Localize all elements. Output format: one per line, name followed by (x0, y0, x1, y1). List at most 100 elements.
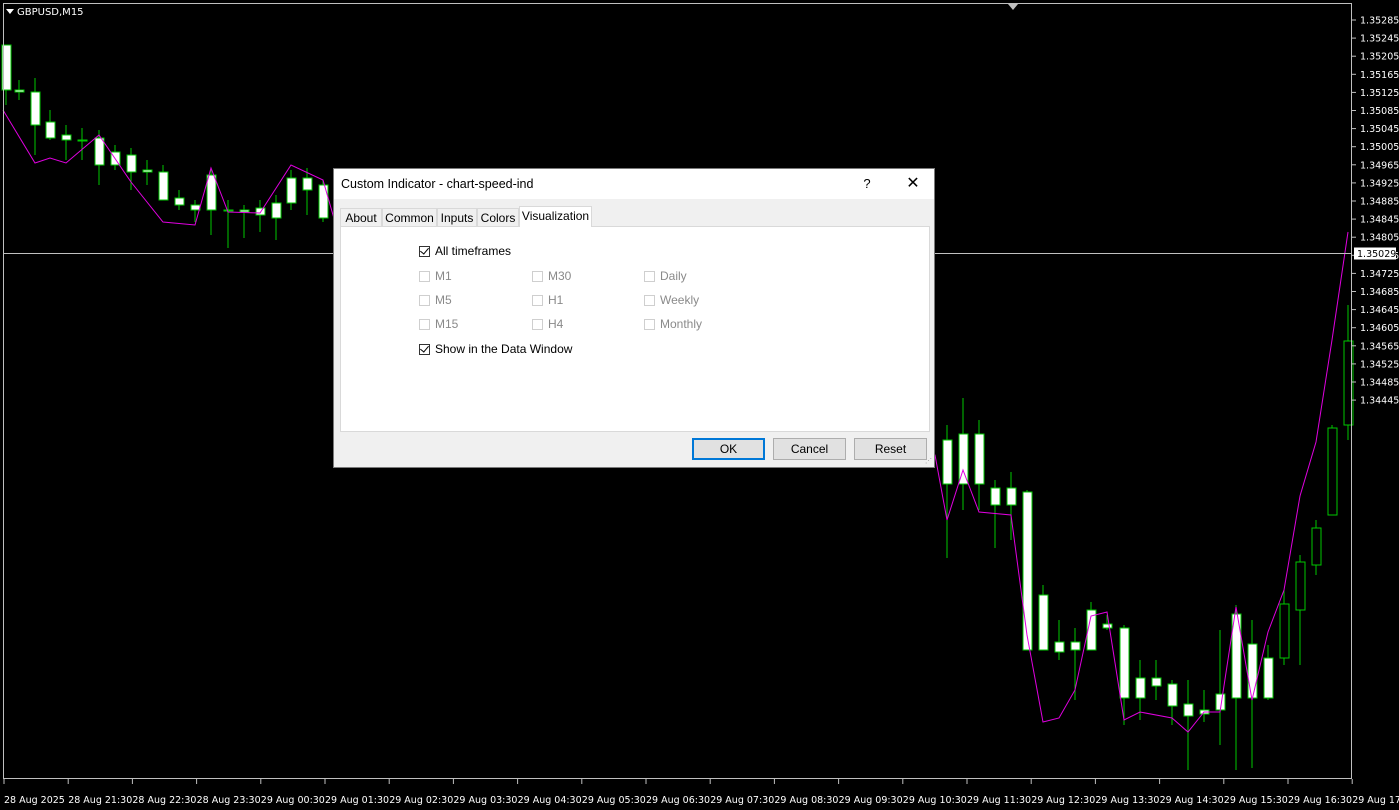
timeframe-h1-checkbox[interactable]: H1 (532, 293, 563, 307)
checkbox-box[interactable] (644, 294, 655, 306)
time-label: 29 Aug 13:30 (1095, 795, 1159, 806)
candle-body (1167, 683, 1178, 707)
price-label: 1.34445 (1360, 396, 1399, 407)
all-timeframes-checkbox[interactable]: All timeframes (419, 244, 511, 258)
price-label: 1.35285 (1360, 16, 1399, 27)
timeframe-label: Monthly (660, 317, 703, 331)
time-label: 29 Aug 06:30 (646, 795, 710, 806)
time-label: 29 Aug 14:30 (1160, 795, 1224, 806)
candle-body (94, 137, 105, 166)
candle-body (30, 91, 41, 126)
tab-colors[interactable]: Colors (477, 208, 519, 226)
price-label: 1.35245 (1360, 34, 1399, 45)
candle-body (1119, 627, 1130, 699)
time-label: 29 Aug 16:30 (1288, 795, 1352, 806)
time-label: 29 Aug 12:30 (1031, 795, 1095, 806)
candle-body (142, 169, 153, 173)
candle-body (958, 433, 969, 485)
custom-indicator-dialog: Custom Indicator - chart-speed-ind ? ✕ A… (333, 168, 935, 468)
price-label: 1.34725 (1360, 269, 1399, 280)
tab-inputs[interactable]: Inputs (437, 208, 477, 226)
candle-body (158, 171, 169, 201)
candle-body (318, 184, 329, 219)
timeframe-weekly-checkbox[interactable]: Weekly (644, 293, 699, 307)
checkbox-box[interactable] (419, 294, 430, 306)
timeframe-m5-checkbox[interactable]: M5 (419, 293, 452, 307)
checkbox-box[interactable] (419, 342, 430, 355)
timeframe-monthly-checkbox[interactable]: Monthly (644, 317, 702, 331)
candle-body (1135, 677, 1146, 699)
candle-body (1054, 641, 1065, 653)
show-data-window-checkbox[interactable]: Show in the Data Window (419, 342, 572, 356)
help-button[interactable]: ? (855, 174, 879, 194)
reset-button[interactable]: Reset (854, 438, 927, 460)
timeframe-m15-checkbox[interactable]: M15 (419, 317, 458, 331)
candle-body (61, 134, 72, 141)
price-label: 1.34805 (1360, 233, 1399, 244)
timeframe-m1-checkbox[interactable]: M1 (419, 269, 452, 283)
checkbox-box[interactable] (419, 270, 430, 282)
current-price-label: 1.35029 (1357, 249, 1396, 260)
checkbox-box[interactable] (532, 270, 543, 282)
candle-body (302, 177, 313, 191)
dialog-titlebar[interactable]: Custom Indicator - chart-speed-ind ? ✕ (334, 169, 934, 199)
timeframe-label: M5 (435, 293, 452, 307)
time-label: 29 Aug 07:30 (710, 795, 774, 806)
price-label: 1.35005 (1360, 142, 1399, 153)
timeframe-label: M15 (435, 317, 459, 331)
price-label: 1.35045 (1360, 124, 1399, 135)
tab-visualization[interactable]: Visualization (519, 206, 592, 227)
show-data-window-label: Show in the Data Window (435, 342, 573, 356)
time-label: 29 Aug 03:30 (453, 795, 517, 806)
time-label: 29 Aug 15:30 (1224, 795, 1288, 806)
candle-body (271, 202, 282, 219)
all-timeframes-label: All timeframes (435, 244, 512, 258)
candle-body (206, 174, 217, 211)
tab-about[interactable]: About (340, 208, 382, 226)
time-label: 29 Aug 04:30 (518, 795, 582, 806)
price-label: 1.34685 (1360, 287, 1399, 298)
checkbox-box[interactable] (644, 318, 655, 330)
candle-body (1151, 677, 1162, 687)
checkbox-box[interactable] (532, 318, 543, 330)
candle-body (239, 209, 250, 213)
candle-body (1022, 491, 1033, 651)
time-label: 29 Aug 11:30 (967, 795, 1031, 806)
close-icon[interactable]: ✕ (901, 174, 925, 194)
candle-body (14, 89, 25, 93)
ok-button[interactable]: OK (692, 438, 765, 460)
time-label: 29 Aug 02:30 (389, 795, 453, 806)
candle-body (1279, 603, 1290, 659)
symbol-label[interactable]: GBPUSD,M15 (6, 7, 84, 18)
time-label: 29 Aug 01:30 (325, 795, 389, 806)
timeframe-label: Daily (660, 269, 687, 283)
time-label: 29 Aug 08:30 (774, 795, 838, 806)
cancel-button[interactable]: Cancel (773, 438, 846, 460)
candle-body (990, 487, 1001, 506)
time-label: 28 Aug 21:30 (68, 795, 132, 806)
price-label: 1.35085 (1360, 106, 1399, 117)
timeframe-label: H4 (548, 317, 564, 331)
candle-body (190, 204, 201, 211)
resize-grip-icon[interactable]: ⋰ (925, 458, 933, 466)
timeframe-label: M30 (548, 269, 572, 283)
checkbox-box[interactable] (532, 294, 543, 306)
tab-common[interactable]: Common (382, 208, 437, 226)
scroll-marker-icon (1008, 4, 1018, 10)
candle-body (126, 154, 137, 173)
candle-body (1311, 527, 1322, 566)
time-label: 28 Aug 22:30 (132, 795, 196, 806)
checkbox-box[interactable] (644, 270, 655, 282)
price-label: 1.35125 (1360, 88, 1399, 99)
timeframe-daily-checkbox[interactable]: Daily (644, 269, 687, 283)
price-label: 1.34925 (1360, 178, 1399, 189)
timeframe-m30-checkbox[interactable]: M30 (532, 269, 571, 283)
dropdown-triangle-icon[interactable] (6, 9, 14, 14)
checkbox-box[interactable] (419, 318, 430, 330)
candle-body (1070, 641, 1081, 651)
checkmark-icon (420, 244, 429, 255)
timeframe-h4-checkbox[interactable]: H4 (532, 317, 563, 331)
checkbox-box[interactable] (419, 244, 430, 257)
candle-body (1263, 657, 1274, 699)
price-label: 1.34965 (1360, 160, 1399, 171)
